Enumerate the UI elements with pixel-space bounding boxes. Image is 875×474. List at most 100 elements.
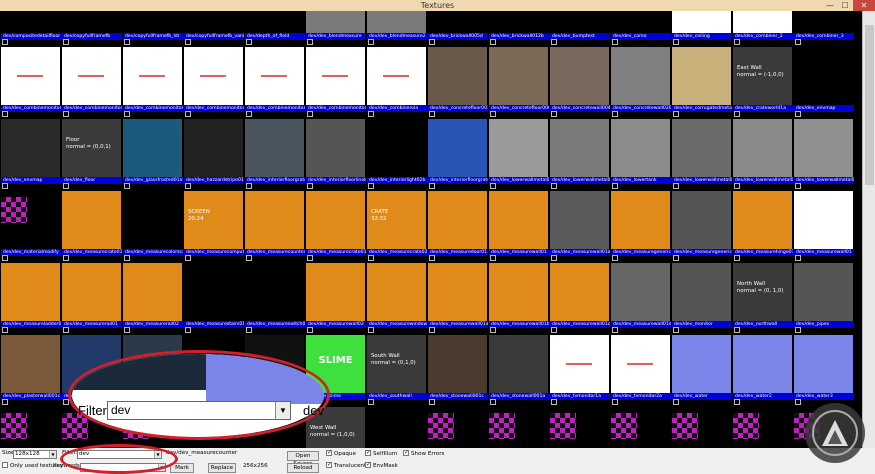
texture-checkbox[interactable] xyxy=(63,327,69,333)
selfillum-checkbox[interactable]: SelfIllum xyxy=(365,448,397,459)
texture-checkbox[interactable] xyxy=(368,39,374,45)
texture-tile[interactable]: dev/dev_measurewall01d xyxy=(611,255,671,328)
texture-checkbox[interactable] xyxy=(612,327,618,333)
texture-checkbox[interactable] xyxy=(490,399,496,405)
texture-checkbox[interactable] xyxy=(124,39,130,45)
texture-checkbox[interactable] xyxy=(551,327,557,333)
texture-tile[interactable]: dev/dev_stonewall001c xyxy=(428,327,488,400)
texture-checkbox[interactable] xyxy=(673,399,679,405)
texture-tile[interactable]: dev/dev_combinerola xyxy=(367,39,427,112)
texture-checkbox[interactable] xyxy=(429,111,435,117)
texture-tile[interactable]: dev/dev_water2 xyxy=(733,327,793,400)
texture-checkbox[interactable] xyxy=(734,183,740,189)
texture-checkbox[interactable] xyxy=(551,183,557,189)
texture-checkbox[interactable] xyxy=(307,255,313,261)
texture-checkbox[interactable] xyxy=(673,183,679,189)
texture-tile[interactable] xyxy=(367,399,426,448)
texture-tile[interactable]: North Wall normal = (0, 1,0) dev/dev_nort… xyxy=(733,255,793,328)
texture-tile[interactable]: dev/dev_measurerail02 xyxy=(123,255,183,328)
texture-checkbox[interactable] xyxy=(490,183,496,189)
texture-tile[interactable]: dev/dev_envmap xyxy=(794,39,854,112)
texture-checkbox[interactable] xyxy=(246,255,252,261)
texture-checkbox[interactable] xyxy=(551,111,557,117)
texture-tile[interactable]: dev/dev_combinemonitor_1 xyxy=(1,39,61,112)
texture-tile[interactable]: dev/dev_plasterwall001c xyxy=(1,327,61,400)
texture-tile[interactable]: dev/dev_lowerwallmetal01a xyxy=(550,111,610,184)
texture-checkbox[interactable] xyxy=(734,255,740,261)
texture-tile[interactable]: dev/dev_water3 xyxy=(794,327,854,400)
texture-checkbox[interactable] xyxy=(185,111,191,117)
texture-checkbox[interactable] xyxy=(63,39,69,45)
texture-tile[interactable]: dev/copyfullframefb_ldr xyxy=(123,11,183,40)
maximize-button[interactable]: ☐ xyxy=(838,0,852,11)
texture-tile[interactable]: dev/dev_measuregeneric01 xyxy=(611,183,671,256)
texture-tile[interactable]: dev/dev_envmap xyxy=(1,111,61,184)
texture-checkbox[interactable] xyxy=(246,327,252,333)
texture-tile[interactable]: dev/dev_lowerwallmetal01 xyxy=(489,111,549,184)
texture-tile[interactable]: dev/dev_monitor xyxy=(672,255,732,328)
texture-checkbox[interactable] xyxy=(2,111,8,117)
texture-checkbox[interactable] xyxy=(612,255,618,261)
texture-checkbox[interactable] xyxy=(246,111,252,117)
texture-tile[interactable]: East Wall normal = (-1,0,0) dev/dev_crate… xyxy=(733,39,793,112)
texture-checkbox[interactable] xyxy=(246,39,252,45)
texture-tile[interactable]: dev/dev_interiorfloorlinoleum xyxy=(306,111,366,184)
minimize-button[interactable]: — xyxy=(823,0,837,11)
texture-checkbox[interactable] xyxy=(124,111,130,117)
texture-checkbox[interactable] xyxy=(124,255,130,261)
texture-checkbox[interactable] xyxy=(429,255,435,261)
texture-tile[interactable] xyxy=(672,399,731,448)
texture-tile[interactable]: dev/dev_lowerwallmetal01c xyxy=(733,111,793,184)
texture-checkbox[interactable] xyxy=(185,255,191,261)
texture-tile[interactable]: dev/dev_ceiling xyxy=(672,11,732,40)
texture-tile[interactable]: dev/dev_combiner_3 xyxy=(794,11,854,40)
texture-checkbox[interactable] xyxy=(307,327,313,333)
texture-tile[interactable]: dev/dev_bumptest xyxy=(550,11,610,40)
texture-tile[interactable]: dev/dev_combinemonitor_3 xyxy=(123,39,183,112)
vertical-scrollbar[interactable] xyxy=(862,11,875,448)
texture-tile[interactable]: dev/dev_measuregeneric01b xyxy=(672,183,732,256)
texture-checkbox[interactable] xyxy=(307,111,313,117)
texture-tile[interactable]: dev/dev_measurewall01a xyxy=(550,183,610,256)
texture-tile[interactable] xyxy=(550,399,609,448)
texture-tile[interactable]: dev/dev_combinemonitor_2 xyxy=(62,39,122,112)
texture-checkbox[interactable] xyxy=(429,327,435,333)
texture-tile[interactable]: CRATE 32:32 dev/dev_measurecrate02 xyxy=(367,183,427,256)
texture-tile[interactable]: SCREEN 20:24 dev/dev_measurecomputer01 xyxy=(184,183,244,256)
texture-tile[interactable]: dev/dev_concretewall020a xyxy=(611,39,671,112)
texture-tile[interactable]: dev/dev_tvmonitor2a xyxy=(611,327,671,400)
opaque-checkbox[interactable]: Opaque xyxy=(326,448,356,459)
texture-checkbox[interactable] xyxy=(490,111,496,117)
texture-tile[interactable]: Floor normal = (0,0,1) dev/dev_floor xyxy=(62,111,122,184)
texture-tile[interactable]: dev/copyfullframefb xyxy=(62,11,122,40)
texture-tile[interactable]: dev/depth_of_field xyxy=(245,11,305,40)
texture-checkbox[interactable] xyxy=(673,111,679,117)
texture-tile[interactable]: dev/dev_interiorfloorgrate xyxy=(245,111,305,184)
show-errors-checkbox[interactable]: Show Errors xyxy=(403,448,444,459)
texture-tile[interactable]: dev/dev_brickwall005d xyxy=(428,11,488,40)
texture-tile[interactable] xyxy=(611,399,670,448)
close-button[interactable]: ✕ xyxy=(853,0,875,11)
texture-tile[interactable]: South Wall normal = (0,1,0) dev/dev_south… xyxy=(367,327,427,400)
texture-tile[interactable]: dev/dev_corrugatedmetal xyxy=(672,39,732,112)
texture-checkbox[interactable] xyxy=(307,39,313,45)
texture-tile[interactable]: dev/dev_brickwall012b xyxy=(489,11,549,40)
texture-checkbox[interactable] xyxy=(2,327,8,333)
texture-tile[interactable]: dev/dev_camo xyxy=(611,11,671,40)
texture-tile[interactable] xyxy=(733,399,792,448)
texture-checkbox[interactable] xyxy=(734,111,740,117)
translucent-checkbox[interactable]: Translucent xyxy=(326,460,366,471)
texture-checkbox[interactable] xyxy=(2,399,8,405)
texture-tile[interactable]: dev/copyfullframefb_vanilla xyxy=(184,11,244,40)
texture-tile[interactable]: dev/dev_glassfrosted01a xyxy=(123,111,183,184)
texture-tile[interactable] xyxy=(428,399,487,448)
texture-checkbox[interactable] xyxy=(734,39,740,45)
texture-checkbox[interactable] xyxy=(124,327,130,333)
texture-checkbox[interactable] xyxy=(551,399,557,405)
texture-checkbox[interactable] xyxy=(490,39,496,45)
texture-tile[interactable]: dev/dev_measuredoor01 xyxy=(428,183,488,256)
texture-checkbox[interactable] xyxy=(795,183,801,189)
envmask-checkbox[interactable]: EnvMask xyxy=(365,460,398,471)
texture-checkbox[interactable] xyxy=(551,39,557,45)
texture-tile[interactable]: dev/dev_concretefloor006a xyxy=(489,39,549,112)
